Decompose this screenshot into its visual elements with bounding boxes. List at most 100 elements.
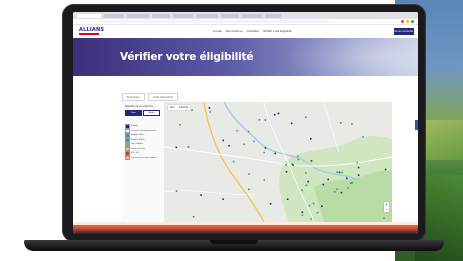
legend-label: Éligible Radio — [131, 138, 145, 141]
map-marker — [273, 113, 276, 116]
map-marker — [192, 216, 195, 218]
map-marker — [307, 180, 309, 183]
map-marker — [187, 146, 190, 148]
map-type-option[interactable]: Plan — [168, 105, 177, 110]
map-marker — [384, 168, 387, 171]
browser-tab[interactable] — [196, 13, 218, 18]
nav-item[interactable]: Nos solutions — [226, 30, 243, 33]
page-title: Vérifier votre éligibilité — [120, 51, 254, 63]
map-marker — [301, 189, 303, 192]
map-marker — [228, 145, 230, 147]
map-marker — [322, 183, 325, 186]
legend-swatch — [125, 155, 130, 160]
browser-tab[interactable] — [152, 13, 170, 18]
page-footer-strip — [73, 222, 418, 234]
map-road-minor — [323, 102, 340, 153]
map-type-option[interactable]: Satellite — [177, 105, 190, 110]
map-marker — [351, 181, 353, 184]
browser-tab[interactable] — [127, 13, 149, 18]
network-toggle: Fibre Radio — [125, 110, 160, 116]
map-marker — [248, 188, 250, 191]
map-marker — [340, 122, 342, 124]
map-marker — [297, 158, 299, 161]
browser-window-controls — [401, 20, 414, 23]
logo-underline — [79, 33, 99, 35]
map-marker — [316, 211, 319, 214]
map-marker — [208, 107, 211, 109]
main-nav: Accueil Nos solutions Actualités Vérifier v… — [213, 30, 291, 33]
map-marker — [263, 179, 266, 181]
map-marker — [232, 160, 235, 163]
map-marker — [243, 143, 245, 146]
network-toggle-option[interactable]: Radio — [143, 110, 160, 116]
map-marker — [200, 194, 202, 196]
legend-label: 4G / 5G — [131, 152, 139, 155]
browser-tab[interactable] — [173, 13, 193, 18]
zoom-out-button[interactable]: − — [384, 207, 389, 212]
nav-item[interactable]: Accueil — [213, 30, 222, 33]
browser-tab[interactable] — [265, 13, 281, 18]
content-tab[interactable]: Carte interactive — [147, 93, 178, 101]
map-marker — [263, 151, 265, 154]
map-marker — [222, 198, 224, 200]
map-marker — [285, 171, 288, 173]
map-marker — [209, 111, 211, 113]
eligibility-map[interactable]: Plan Satellite + − — [164, 102, 392, 222]
nav-item[interactable]: Vérifier votre éligibilité — [263, 30, 291, 33]
window-control-dot[interactable] — [411, 20, 414, 23]
map-road-minor — [164, 190, 255, 195]
map-marker — [351, 123, 353, 125]
map-marker — [222, 139, 224, 142]
map-canvas[interactable] — [164, 102, 392, 222]
map-marker — [191, 109, 193, 111]
legend-label: Zone couverte — [131, 147, 146, 150]
browser-tab-bar — [73, 12, 418, 19]
legend-item[interactable]: Couverture réseau partiel — [125, 155, 163, 160]
map-marker — [321, 205, 323, 207]
legend-label: Couverture réseau partiel — [131, 156, 157, 159]
map-marker — [291, 163, 293, 165]
legend-label: Éligible — [131, 125, 139, 128]
map-marker — [301, 211, 304, 214]
laptop-notch — [210, 240, 258, 244]
map-marker — [286, 198, 289, 200]
legend-label: Non éligible — [131, 143, 143, 146]
map-marker — [269, 203, 272, 205]
browser-tab[interactable] — [242, 13, 262, 18]
map-marker — [264, 147, 267, 149]
map-marker — [175, 146, 178, 149]
content-tab[interactable]: Formulaire — [122, 93, 145, 101]
map-marker — [312, 202, 315, 205]
map-marker — [285, 163, 287, 166]
map-marker — [297, 155, 299, 158]
map-marker — [305, 116, 307, 119]
map-marker — [305, 184, 308, 187]
panel-title: Résultat de la recherche — [125, 105, 153, 108]
map-marker — [305, 172, 307, 174]
map-marker — [248, 173, 250, 175]
address-field[interactable] — [99, 20, 329, 23]
network-toggle-option[interactable]: Fibre — [125, 110, 142, 116]
browser-tab[interactable] — [77, 13, 101, 18]
contact-button[interactable]: Nous contacter — [394, 28, 414, 35]
map-marker — [277, 112, 280, 115]
window-control-dot[interactable] — [406, 20, 409, 23]
map-type-control: Plan Satellite — [168, 105, 191, 110]
content-tabs: Formulaire Carte interactive — [122, 93, 178, 101]
map-marker — [310, 160, 313, 162]
main-content: Formulaire Carte interactive Résultat de … — [73, 76, 418, 222]
map-marker — [362, 136, 364, 138]
side-feedback-tab[interactable] — [415, 120, 418, 130]
browser-tab[interactable] — [221, 13, 239, 18]
map-marker — [338, 171, 341, 174]
nav-item[interactable]: Actualités — [247, 30, 259, 33]
map-marker — [357, 166, 360, 169]
map-marker — [310, 218, 312, 220]
map-marker — [383, 217, 385, 219]
browser-tab[interactable] — [104, 13, 124, 18]
window-control-dot[interactable] — [401, 20, 404, 23]
map-marker — [310, 138, 312, 140]
map-marker — [308, 204, 311, 207]
map-marker — [336, 188, 338, 190]
map-marker — [290, 122, 293, 125]
